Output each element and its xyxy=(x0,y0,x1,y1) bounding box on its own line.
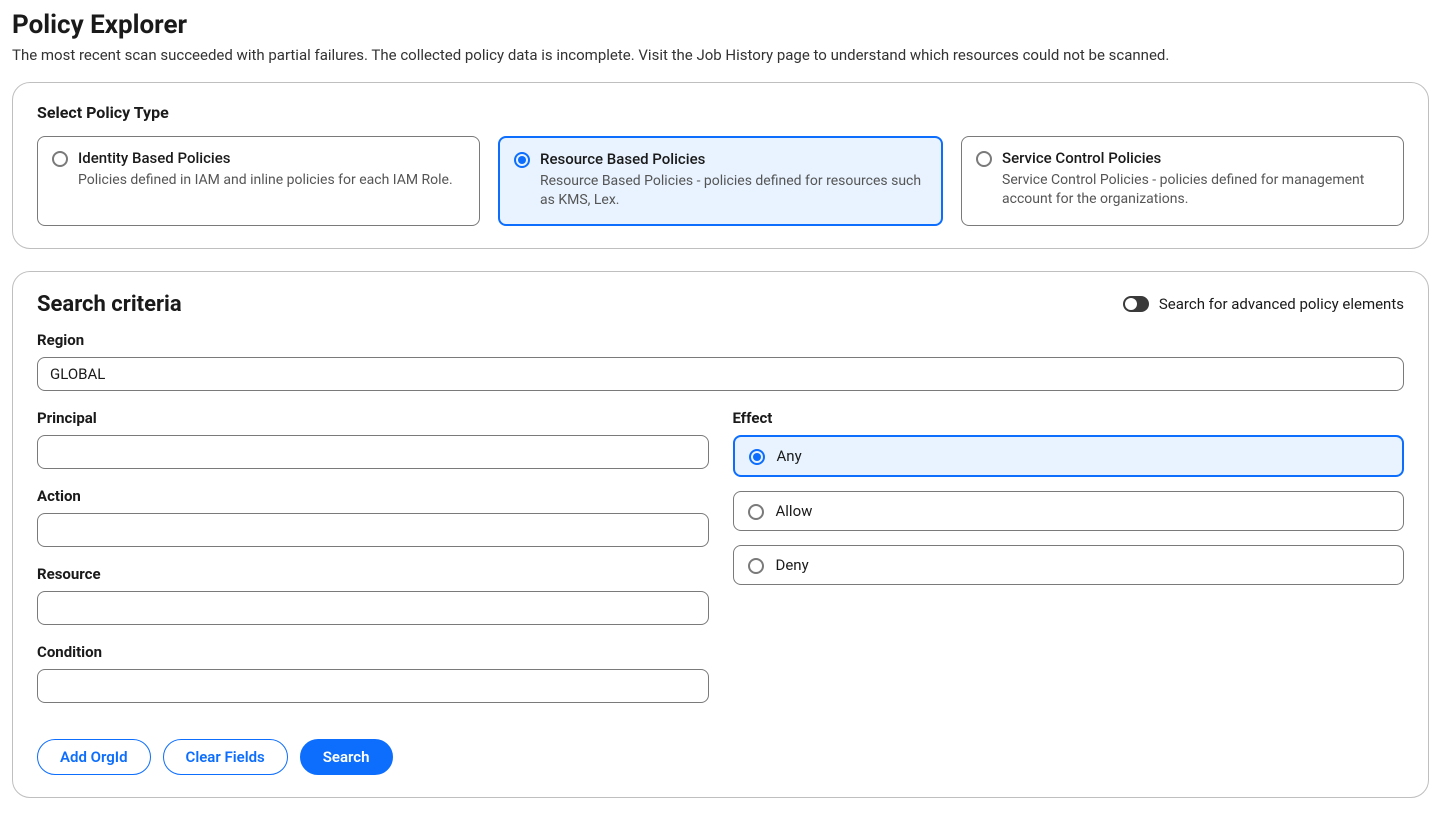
action-label: Action xyxy=(37,487,709,505)
advanced-toggle[interactable]: Search for advanced policy elements xyxy=(1123,295,1404,313)
policy-type-title: Service Control Policies xyxy=(1002,149,1389,167)
effect-option-deny[interactable]: Deny xyxy=(733,545,1405,585)
effect-option-any[interactable]: Any xyxy=(733,435,1405,477)
search-criteria-panel: Search criteria Search for advanced poli… xyxy=(12,271,1429,798)
radio-icon xyxy=(514,152,530,168)
page-description: The most recent scan succeeded with part… xyxy=(12,46,1429,64)
policy-type-panel: Select Policy Type Identity Based Polici… xyxy=(12,82,1429,249)
region-input[interactable] xyxy=(37,357,1404,391)
policy-type-scp[interactable]: Service Control Policies Service Control… xyxy=(961,136,1404,226)
policy-type-heading: Select Policy Type xyxy=(37,103,1404,122)
effect-option-allow[interactable]: Allow xyxy=(733,491,1405,531)
action-input[interactable] xyxy=(37,513,709,547)
policy-type-desc: Resource Based Policies - policies defin… xyxy=(540,172,927,210)
policy-type-options: Identity Based Policies Policies defined… xyxy=(37,136,1404,226)
condition-label: Condition xyxy=(37,643,709,661)
policy-type-desc: Service Control Policies - policies defi… xyxy=(1002,171,1389,209)
radio-icon xyxy=(748,504,764,520)
search-button[interactable]: Search xyxy=(300,739,393,775)
policy-type-desc: Policies defined in IAM and inline polic… xyxy=(78,171,453,190)
radio-icon xyxy=(52,151,68,167)
toggle-switch-icon xyxy=(1123,296,1149,312)
principal-label: Principal xyxy=(37,409,709,427)
policy-type-identity[interactable]: Identity Based Policies Policies defined… xyxy=(37,136,480,226)
radio-icon xyxy=(749,449,765,465)
advanced-toggle-label: Search for advanced policy elements xyxy=(1159,295,1404,313)
radio-icon xyxy=(976,151,992,167)
effect-option-label: Allow xyxy=(776,502,813,520)
clear-fields-button[interactable]: Clear Fields xyxy=(163,739,288,775)
resource-label: Resource xyxy=(37,565,709,583)
policy-type-resource[interactable]: Resource Based Policies Resource Based P… xyxy=(498,136,943,226)
region-label: Region xyxy=(37,331,1404,349)
principal-input[interactable] xyxy=(37,435,709,469)
search-criteria-heading: Search criteria xyxy=(37,292,182,317)
effect-option-label: Deny xyxy=(776,556,809,574)
policy-type-title: Resource Based Policies xyxy=(540,150,927,168)
resource-input[interactable] xyxy=(37,591,709,625)
add-orgid-button[interactable]: Add OrgId xyxy=(37,739,151,775)
effect-option-label: Any xyxy=(777,447,802,465)
effect-label: Effect xyxy=(733,409,1405,427)
policy-type-title: Identity Based Policies xyxy=(78,149,453,167)
page-title: Policy Explorer xyxy=(12,10,1429,40)
radio-icon xyxy=(748,558,764,574)
condition-input[interactable] xyxy=(37,669,709,703)
